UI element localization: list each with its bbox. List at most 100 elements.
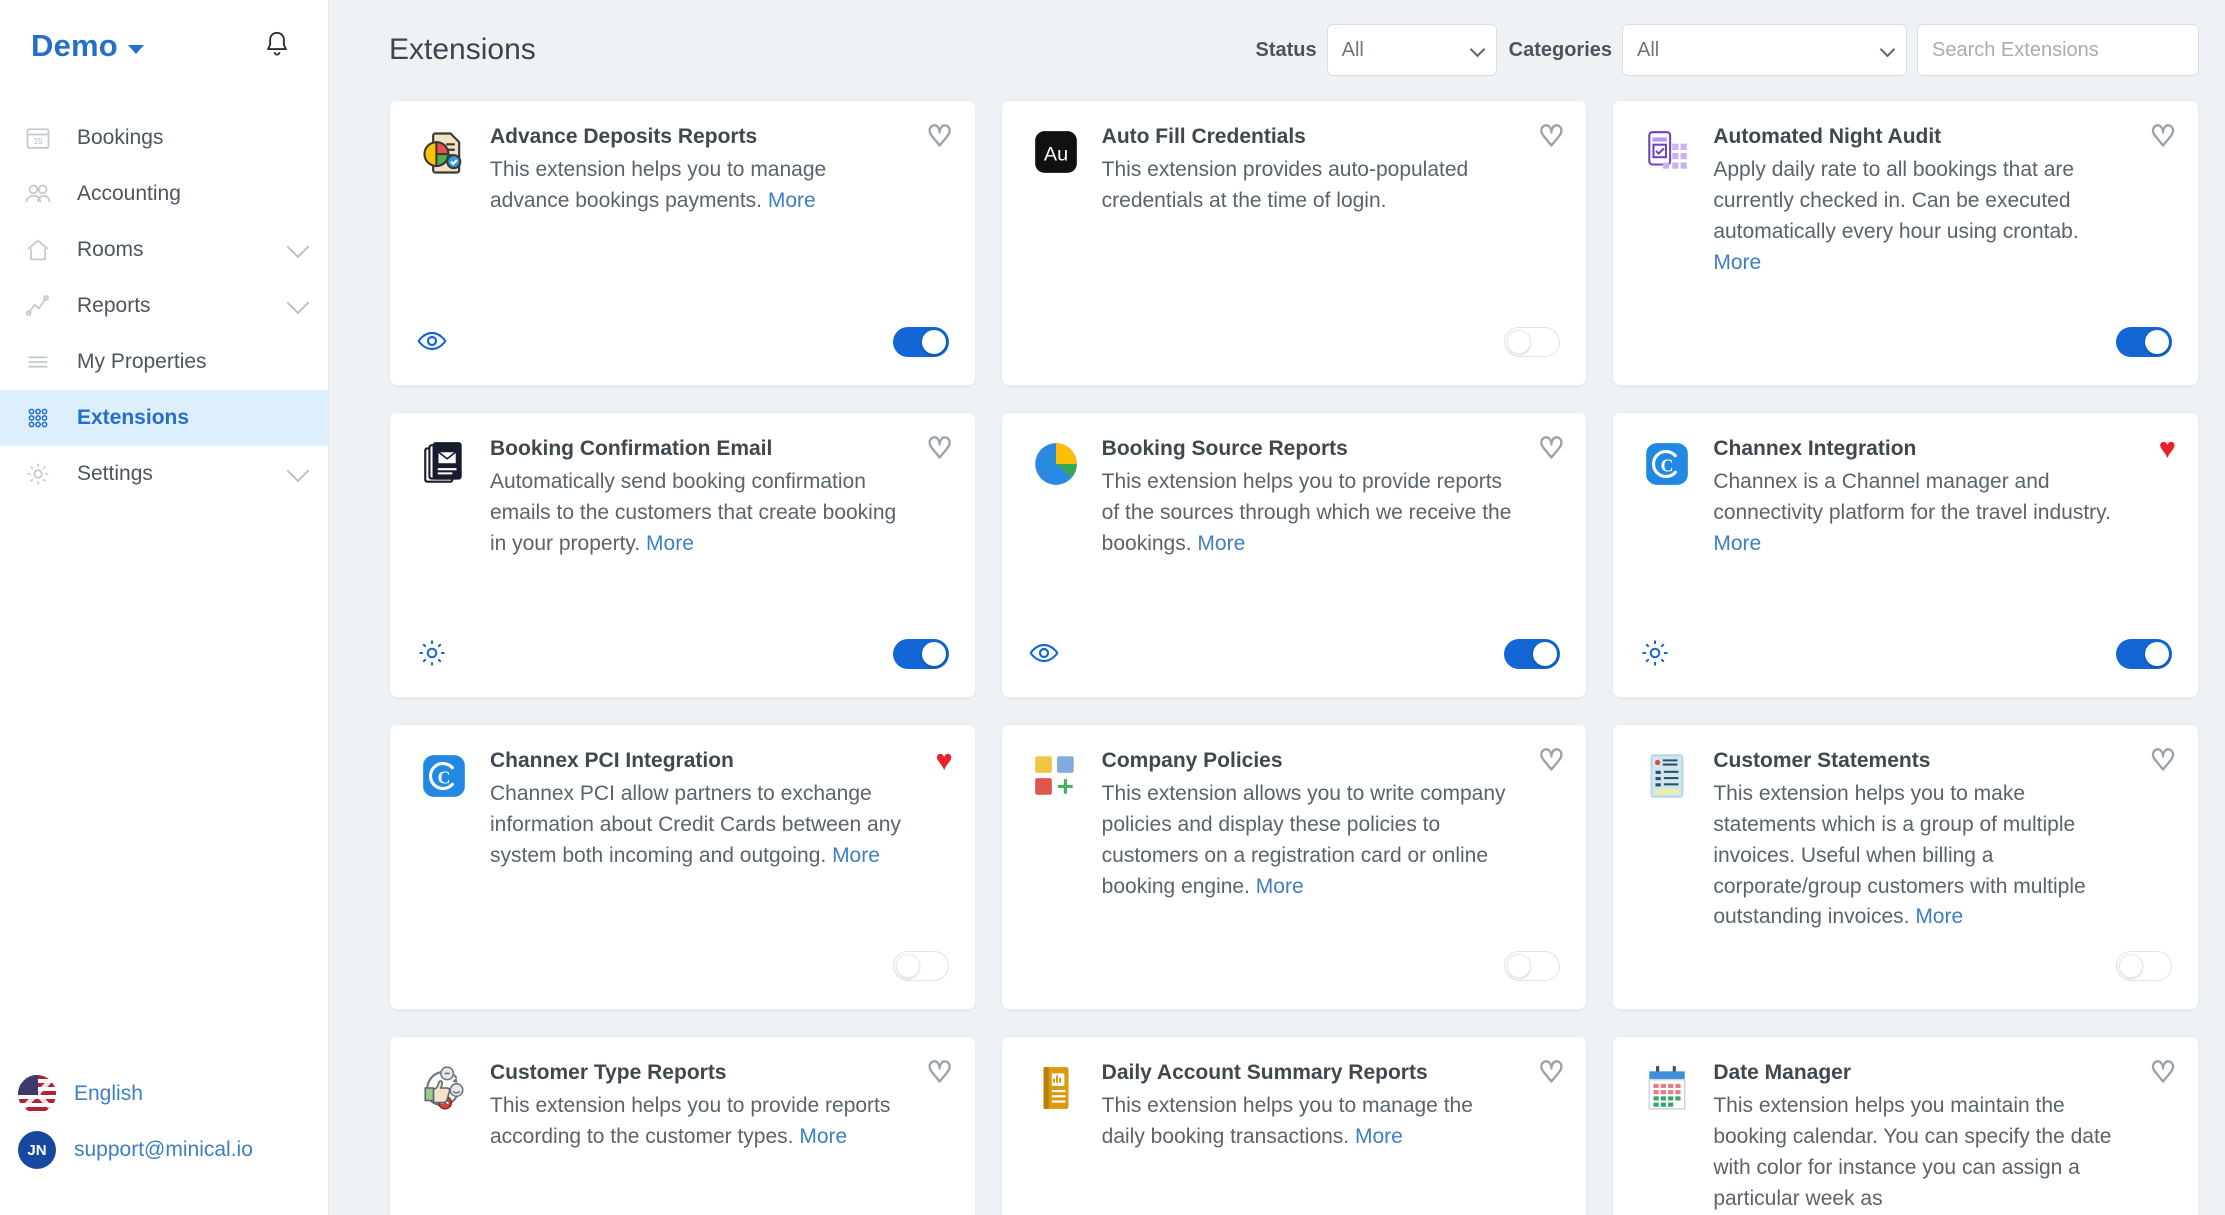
extension-card-body: Date ManagerThis extension helps you mai… (1713, 1061, 2172, 1214)
favorite-heart-icon[interactable]: ♡ (2150, 123, 2176, 152)
list-icon (21, 348, 55, 376)
status-filter[interactable]: All (1327, 24, 1497, 76)
extensions-grid: ♡ Advance Deposits Reports This extension… (329, 100, 2225, 1215)
search-input[interactable] (1917, 24, 2199, 76)
sidebar-item-my-properties[interactable]: My Properties (0, 334, 328, 390)
extension-card[interactable]: ♡ Au Auto Fill CredentialsThis extension… (1001, 100, 1588, 386)
extension-description-text: This extension provides auto-populated c… (1102, 158, 1469, 212)
sidebar: Demo 15 Bookings (0, 0, 329, 1215)
favorite-heart-icon[interactable]: ♡ (2150, 747, 2176, 776)
toggle-knob (922, 330, 946, 354)
chevron-down-icon (128, 45, 144, 54)
calendar-color-icon (1639, 1063, 1695, 1119)
account-support-link[interactable]: JN support@minical.io (0, 1131, 328, 1169)
extension-card[interactable]: ♡ Customer StatementsThis extension help… (1612, 724, 2199, 1010)
sidebar-item-bookings[interactable]: 15 Bookings (0, 110, 328, 166)
extension-card[interactable]: ♥ C Channex PCI IntegrationChannex PCI a… (389, 724, 976, 1010)
favorite-heart-icon[interactable]: ♡ (1538, 1059, 1564, 1088)
favorite-heart-icon[interactable]: ♡ (1538, 747, 1564, 776)
extension-card[interactable]: ♡ Daily Account Summary ReportsThis exte… (1001, 1036, 1588, 1215)
extension-title: Company Policies (1102, 749, 1517, 773)
more-link[interactable]: More (1915, 905, 1963, 928)
more-link[interactable]: More (1355, 1125, 1403, 1148)
extension-enable-toggle[interactable] (893, 327, 949, 357)
language-switcher[interactable]: English (0, 1075, 328, 1113)
sidebar-item-extensions[interactable]: Extensions (0, 390, 328, 446)
extension-card-footer (1028, 319, 1561, 365)
email-document-icon (416, 439, 472, 495)
more-link[interactable]: More (832, 844, 880, 867)
brand-dropdown[interactable]: Demo (31, 28, 144, 64)
more-link[interactable]: More (768, 189, 816, 212)
favorite-heart-icon[interactable]: ♥ (2159, 435, 2176, 464)
sidebar-item-accounting[interactable]: Accounting (0, 166, 328, 222)
extension-enable-toggle[interactable] (1504, 639, 1560, 669)
favorite-heart-icon[interactable]: ♡ (1538, 435, 1564, 464)
extension-enable-toggle[interactable] (1504, 951, 1560, 981)
more-link[interactable]: More (1256, 875, 1304, 898)
users-icon (21, 180, 55, 208)
sidebar-item-label: Settings (77, 462, 153, 486)
favorite-heart-icon[interactable]: ♡ (927, 123, 953, 152)
more-link[interactable]: More (1713, 532, 1761, 555)
extension-enable-toggle[interactable] (893, 639, 949, 669)
favorite-heart-icon[interactable]: ♡ (927, 435, 953, 464)
sidebar-item-rooms[interactable]: Rooms (0, 222, 328, 278)
categories-select[interactable]: All (1622, 24, 1907, 76)
page-title: Extensions (389, 33, 536, 67)
extension-enable-toggle[interactable] (1504, 327, 1560, 357)
extension-title: Channex Integration (1713, 437, 2128, 461)
toggle-knob (2145, 330, 2169, 354)
favorite-heart-icon[interactable]: ♥ (935, 747, 952, 776)
favorite-heart-icon[interactable]: ♡ (2150, 1059, 2176, 1088)
extension-description-text: Apply daily rate to all bookings that ar… (1713, 158, 2078, 243)
gear-icon[interactable] (1639, 637, 1673, 671)
extension-description: This extension helps you to make stateme… (1713, 779, 2128, 933)
toggle-knob (2145, 642, 2169, 666)
extension-card[interactable]: ♡ Company PoliciesThis extension allows … (1001, 724, 1588, 1010)
extension-enable-toggle[interactable] (893, 951, 949, 981)
extension-card[interactable]: ♡ Booking Confirmation EmailAutomaticall… (389, 412, 976, 698)
extension-title: Advance Deposits Reports (490, 125, 905, 149)
more-link[interactable]: More (799, 1125, 847, 1148)
bell-icon[interactable] (262, 28, 292, 65)
categories-filter-label: Categories (1509, 39, 1612, 62)
color-squares-plus-icon (1028, 751, 1084, 807)
svg-text:C: C (438, 767, 451, 787)
favorite-heart-icon[interactable]: ♡ (927, 1059, 953, 1088)
extension-card-body: Daily Account Summary ReportsThis extens… (1102, 1061, 1561, 1153)
extension-card-body: Auto Fill CredentialsThis extension prov… (1102, 125, 1561, 217)
extension-card-footer (416, 631, 949, 677)
extension-enable-toggle[interactable] (2116, 951, 2172, 981)
sidebar-item-settings[interactable]: Settings (0, 446, 328, 502)
extension-description: Apply daily rate to all bookings that ar… (1713, 155, 2128, 278)
eye-icon[interactable] (416, 325, 450, 359)
extension-description-text: This extension helps you to make stateme… (1713, 782, 2085, 928)
gear-icon[interactable] (416, 637, 450, 671)
more-link[interactable]: More (646, 532, 694, 555)
extension-card[interactable]: ♥ C Channex IntegrationChannex is a Chan… (1612, 412, 2199, 698)
status-select[interactable]: All (1327, 24, 1497, 76)
extension-card[interactable]: ♡ Date ManagerThis extension helps you m… (1612, 1036, 2199, 1215)
toggle-knob (1507, 954, 1531, 978)
main-content: Extensions Status All Categories All ♡ (329, 0, 2225, 1215)
extension-description: Automatically send booking confirmation … (490, 467, 905, 560)
extension-card[interactable]: ♡ Advance Deposits ReportsThis extension… (389, 100, 976, 386)
sidebar-item-reports[interactable]: Reports (0, 278, 328, 334)
more-link[interactable]: More (1197, 532, 1245, 555)
eye-icon[interactable] (1028, 637, 1062, 671)
extension-card[interactable]: ♡ Customer Type ReportsThis extension he… (389, 1036, 976, 1215)
more-link[interactable]: More (1713, 251, 1761, 274)
extension-description-text: This extension helps you maintain the bo… (1713, 1094, 2111, 1210)
svg-text:C: C (1661, 455, 1674, 475)
sidebar-item-label: Reports (77, 294, 151, 318)
favorite-heart-icon[interactable]: ♡ (1538, 123, 1564, 152)
categories-filter[interactable]: All (1622, 24, 1907, 76)
extension-card[interactable]: ♡ Booking Source ReportsThis extension h… (1001, 412, 1588, 698)
extension-enable-toggle[interactable] (2116, 327, 2172, 357)
line-chart-icon (21, 292, 55, 320)
extension-enable-toggle[interactable] (2116, 639, 2172, 669)
pie-chart-icon (1028, 439, 1084, 495)
extension-card[interactable]: ♡ Automated Night AuditApply daily rate … (1612, 100, 2199, 386)
page-toolbar: Extensions Status All Categories All (329, 0, 2225, 100)
